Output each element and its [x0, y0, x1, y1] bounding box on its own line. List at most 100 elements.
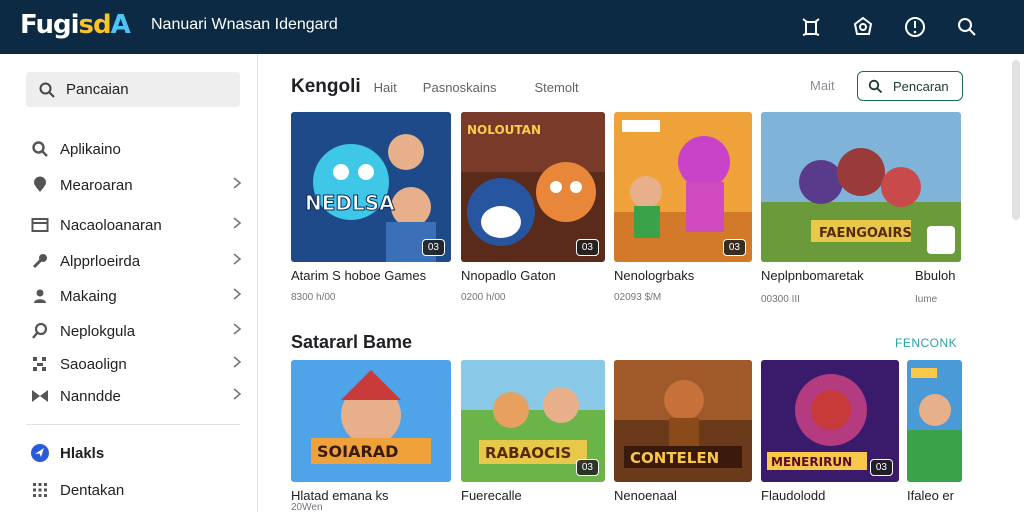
chat-search-icon [30, 321, 50, 341]
sidebar-item-hlakls[interactable]: Hlakls [30, 440, 242, 466]
rating-badge: 03 [575, 239, 599, 256]
top-bar: FugisdA Nanuari Wnasan Idengard [0, 0, 1024, 54]
info-icon[interactable] [898, 10, 932, 44]
section-see-all-link[interactable]: FENCONK [895, 336, 957, 350]
sidebar-item-nanndde[interactable]: Nanndde [30, 383, 242, 409]
game-card[interactable]: Bbuloh Iume [915, 112, 965, 312]
chevron-right-icon [232, 355, 242, 374]
tab-hait[interactable]: Hait [374, 80, 397, 95]
sidebar-item-label: Alpprloeirda [60, 252, 141, 270]
game-thumbnail: 03 [614, 112, 752, 262]
sidebar-item-label: Neplokgula [60, 322, 136, 340]
app-logo[interactable]: FugisdA [20, 10, 131, 40]
logo-part-1: Fugi [20, 10, 79, 40]
logo-part-3: A [110, 10, 131, 40]
game-card[interactable]: NEDLSA 03 Atarim S hoboe Games 8300 h/00 [291, 112, 453, 312]
game-thumbnail: SOIARAD [291, 360, 451, 482]
chevron-right-icon [232, 287, 242, 306]
search-icon[interactable] [950, 10, 984, 44]
chevron-right-icon [232, 252, 242, 271]
main-content: Kengoli Hait Pasnoskains Stemolt Mait Pe… [259, 54, 1010, 512]
chevron-right-icon [232, 216, 242, 235]
frame-icon[interactable] [794, 10, 828, 44]
game-thumbnail: MENERIRUN 03 [761, 360, 899, 482]
rating-badge: 03 [575, 459, 599, 476]
sidebar-item-label: Dentakan [60, 481, 125, 499]
person-icon [30, 286, 50, 306]
sparkle-icon [30, 354, 50, 374]
svg-text:NEDLSA: NEDLSA [305, 191, 395, 215]
location-icon [30, 175, 50, 195]
game-card[interactable]: SOIARAD Hlatad emana ks 20Wen [291, 360, 453, 512]
sidebar-item-aplikaino[interactable]: Aplikaino [30, 136, 242, 162]
game-meta: 00300 III [761, 294, 800, 305]
svg-text:SOIARAD: SOIARAD [317, 442, 398, 461]
sidebar-divider [26, 424, 240, 425]
rating-badge: 03 [421, 239, 445, 256]
sidebar-item-saoaolign[interactable]: Saoaolign [30, 351, 242, 377]
svg-text:MENERIRUN: MENERIRUN [771, 455, 852, 469]
bowtie-icon [30, 386, 50, 406]
game-title: Neplpnbomaretak [761, 268, 864, 283]
globe-icon [30, 443, 50, 463]
sidebar-item-mearoaran[interactable]: Mearoaran [30, 172, 242, 198]
game-card[interactable]: 03 Nenologrbaks 02093 $/M [614, 112, 754, 312]
tab-pasnoskains[interactable]: Pasnoskains [423, 80, 497, 95]
wrench-icon [30, 251, 50, 271]
vertical-scrollbar[interactable] [1012, 60, 1020, 220]
game-title: Nenologrbaks [614, 268, 695, 283]
sidebar-item-dentakan[interactable]: Dentakan [30, 477, 242, 503]
game-meta: 0200 h/00 [461, 292, 506, 303]
grid-icon [30, 480, 50, 500]
game-title: Atarim S hoboe Games [291, 268, 427, 283]
game-thumbnail: NEDLSA 03 [291, 112, 451, 262]
sidebar-item-label: Saoaolign [60, 355, 127, 373]
svg-text:CONTELEN: CONTELEN [630, 449, 719, 467]
game-title: Ifaleo er [907, 488, 954, 503]
game-card[interactable]: MENERIRUN 03 Flaudolodd [761, 360, 901, 512]
svg-text:FAENGOAIRS: FAENGOAIRS [819, 226, 912, 241]
chevron-right-icon [232, 387, 242, 406]
search-button[interactable]: Pencaran [857, 71, 963, 101]
svg-text:RABAOCIS: RABAOCIS [485, 444, 571, 462]
window-icon [30, 215, 50, 235]
game-meta: 02093 $/M [614, 292, 662, 303]
sidebar: Pancaian Aplikaino Mearoaran Nacaoloanar… [0, 54, 258, 512]
game-thumbnail: CONTELEN [614, 360, 752, 482]
game-card[interactable]: CONTELEN Nenoenaal [614, 360, 754, 512]
game-title: Nenoenaal [614, 488, 677, 503]
search-icon [39, 82, 55, 98]
game-thumbnail: NOLOUTAN 03 [461, 112, 605, 262]
app-title: Nanuari Wnasan Idengard [151, 16, 338, 33]
sidebar-item-neplokgula[interactable]: Neplokgula [30, 318, 242, 344]
game-thumbnail: RABAOCIS 03 [461, 360, 605, 482]
sidebar-search-input[interactable]: Pancaian [26, 72, 240, 107]
badge-icon[interactable] [846, 10, 880, 44]
game-title: Hlatad emana ks [291, 488, 389, 503]
sidebar-search-placeholder: Pancaian [66, 81, 129, 98]
sidebar-item-label: Nacaoloanaran [60, 216, 162, 234]
sidebar-item-label: Nanndde [60, 387, 121, 405]
tab-kengoli[interactable]: Kengoli [291, 76, 361, 98]
game-thumbnail [907, 360, 962, 482]
search-button-label: Pencaran [893, 78, 949, 94]
game-card[interactable]: RABAOCIS 03 Fuerecalle [461, 360, 607, 512]
game-title: Fuerecalle [461, 488, 522, 503]
game-card[interactable]: NOLOUTAN 03 Nnopadlo Gaton 0200 h/00 [461, 112, 607, 312]
chevron-right-icon [232, 176, 242, 195]
game-title: Bbuloh [915, 268, 956, 283]
section-title: Satararl Bame [291, 332, 413, 352]
game-card[interactable]: Ifaleo er [907, 360, 962, 512]
rating-badge: 03 [722, 239, 746, 256]
game-meta: Iume [915, 294, 938, 305]
tab-bar: Kengoli Hait Pasnoskains Stemolt [291, 76, 579, 98]
more-link[interactable]: Mait [810, 78, 835, 93]
logo-part-2: sd [78, 10, 112, 40]
sidebar-item-alpprloeirda[interactable]: Alpprloeirda [30, 248, 242, 274]
tab-stemolt[interactable]: Stemolt [535, 80, 579, 95]
game-title: Flaudolodd [761, 488, 826, 503]
sidebar-item-nacaoloanaran[interactable]: Nacaoloanaran [30, 212, 242, 238]
sidebar-item-makaing[interactable]: Makaing [30, 283, 242, 309]
rating-badge: 03 [869, 459, 893, 476]
chevron-right-icon [232, 322, 242, 341]
